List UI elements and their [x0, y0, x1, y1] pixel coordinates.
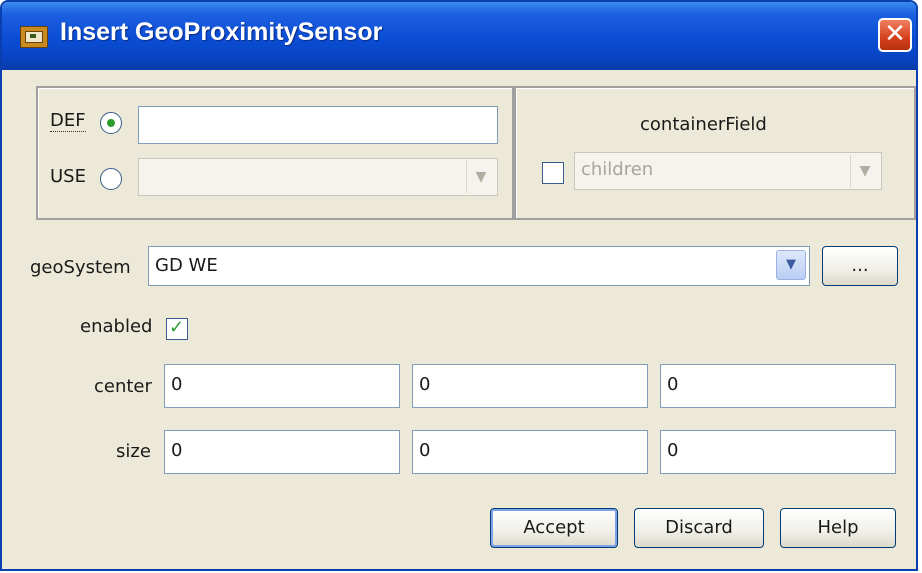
center-label: center	[94, 376, 152, 397]
help-button[interactable]: Help	[780, 508, 896, 548]
title-bar[interactable]: Insert GeoProximitySensor ✕	[2, 2, 916, 70]
container-field-value: children	[581, 159, 654, 180]
geosystem-value: GD WE	[155, 255, 218, 276]
enabled-checkbox[interactable]	[166, 317, 188, 340]
accept-button[interactable]: Accept	[490, 508, 618, 548]
window-title: Insert GeoProximitySensor	[60, 18, 383, 46]
size-z-input[interactable]: 0	[660, 430, 896, 474]
size-label: size	[116, 441, 151, 462]
x3d-window-icon	[20, 26, 48, 48]
container-field-panel: containerField children ▼	[514, 86, 916, 220]
container-field-checkbox[interactable]	[542, 162, 564, 184]
use-radio[interactable]	[100, 168, 122, 190]
container-field-label: containerField	[640, 114, 767, 135]
use-select[interactable]: ▼	[138, 158, 498, 196]
def-input[interactable]	[138, 106, 498, 144]
close-button[interactable]: ✕	[878, 18, 912, 52]
def-use-panel: DEF USE ▼	[36, 86, 514, 220]
center-x-input[interactable]: 0	[164, 364, 400, 408]
geosystem-label: geoSystem	[30, 257, 131, 278]
chevron-down-icon: ▼	[776, 250, 806, 280]
chevron-down-icon: ▼	[850, 155, 879, 187]
geosystem-select[interactable]: GD WE ▼	[148, 246, 810, 286]
size-x-input[interactable]: 0	[164, 430, 400, 474]
insert-dialog: Insert GeoProximitySensor ✕ DEF USE ▼ co…	[0, 0, 918, 571]
discard-button[interactable]: Discard	[634, 508, 764, 548]
chevron-down-icon: ▼	[466, 161, 495, 193]
enabled-label: enabled	[80, 316, 153, 337]
container-field-select[interactable]: children ▼	[574, 152, 882, 190]
close-icon: ✕	[884, 19, 906, 49]
size-y-input[interactable]: 0	[412, 430, 648, 474]
use-label: USE	[50, 166, 86, 187]
geosystem-browse-button[interactable]: ...	[822, 246, 898, 286]
center-z-input[interactable]: 0	[660, 364, 896, 408]
def-radio[interactable]	[100, 112, 122, 134]
center-y-input[interactable]: 0	[412, 364, 648, 408]
def-label: DEF	[50, 110, 86, 132]
